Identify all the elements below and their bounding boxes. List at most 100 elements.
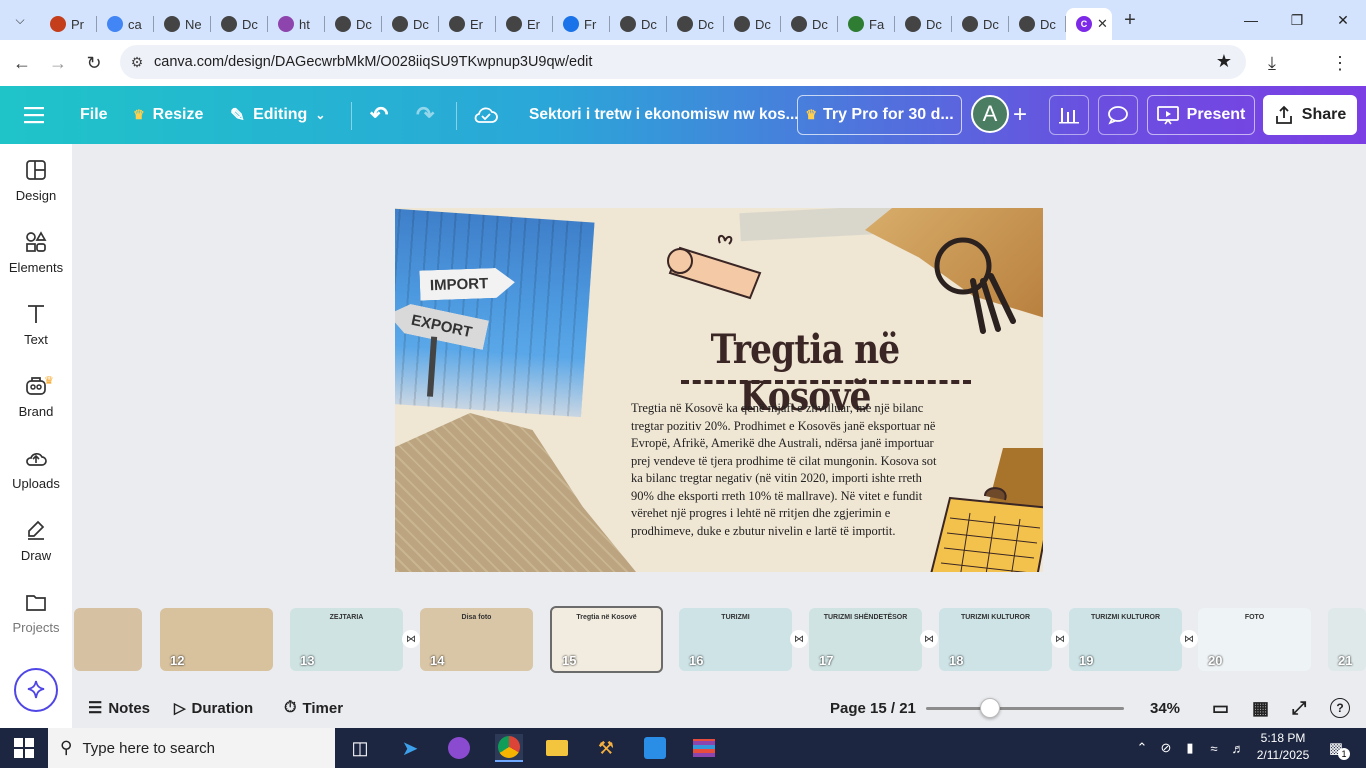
task-view-icon[interactable]: ◫ [346, 734, 374, 762]
sidebar-item-uploads[interactable]: Uploads [0, 432, 72, 504]
browser-tab[interactable]: Dc [724, 8, 781, 40]
page-thumbnail[interactable]: Tregtia në Kosovë 15 [550, 606, 663, 673]
vscode-icon[interactable]: ➤ [396, 734, 424, 762]
sidebar-item-brand[interactable]: Brand ♛ [0, 360, 72, 432]
new-tab-button[interactable]: + [1112, 9, 1148, 32]
notification-center-icon[interactable]: ▩ 1 [1322, 734, 1350, 762]
zoom-slider-handle[interactable] [980, 698, 1000, 718]
browser-tab[interactable]: Dc [952, 8, 1009, 40]
resize-button[interactable]: ♛ Resize [133, 86, 203, 144]
comments-icon[interactable] [1098, 95, 1138, 135]
document-title[interactable]: Sektori i tretw i ekonomisw nw kos... [529, 86, 799, 144]
duration-button[interactable]: ▷ Duration [174, 688, 253, 728]
bookmark-star-icon[interactable]: ★ [1216, 51, 1232, 72]
app-icon[interactable]: ⚒ [592, 734, 620, 762]
reload-icon[interactable]: ↻ [76, 45, 112, 81]
main-menu-icon[interactable] [24, 86, 46, 144]
page-thumbnail[interactable]: Disa foto 14 [420, 608, 533, 671]
grid-view-icon[interactable]: ▦ [1252, 688, 1269, 728]
sidebar-item-projects[interactable]: Projects [0, 576, 72, 648]
magic-assistant-button[interactable] [14, 668, 58, 712]
user-avatar[interactable]: A [971, 95, 1009, 133]
paint-icon[interactable] [641, 734, 669, 762]
browser-tab[interactable]: Dc [1009, 8, 1066, 40]
file-explorer-icon[interactable] [543, 734, 571, 762]
insights-icon[interactable] [1049, 95, 1089, 135]
site-info-icon[interactable]: ⚙ [120, 54, 154, 71]
browser-tab[interactable]: Dc [382, 8, 439, 40]
browser-tab[interactable]: Ne [154, 8, 211, 40]
minimize-icon[interactable]: — [1228, 0, 1274, 40]
browser-tab[interactable]: ca [97, 8, 154, 40]
back-icon[interactable]: ← [4, 45, 40, 81]
page-thumbnail[interactable]: 21 [1328, 608, 1366, 671]
page-thumbnail[interactable]: 12 [160, 608, 273, 671]
zoom-slider-track[interactable] [926, 707, 1124, 710]
page-thumbnail[interactable]: TURIZMI 16 [679, 608, 792, 671]
taskbar-search-box[interactable]: ⚲ Type here to search [48, 728, 335, 768]
tab-search-dropdown-icon[interactable]: ⌵ [0, 0, 40, 40]
transition-icon[interactable]: ⋈ [1051, 630, 1069, 648]
page-thumbnail[interactable]: ZEJTARIA 13 [290, 608, 403, 671]
forward-icon[interactable]: → [40, 45, 76, 81]
browser-tab[interactable]: Er [496, 8, 553, 40]
browser-tab[interactable]: Dc [325, 8, 382, 40]
system-clock[interactable]: 5:18 PM 2/11/2025 [1252, 730, 1314, 764]
windows-start-icon[interactable] [10, 734, 38, 762]
page-thumbnail[interactable]: TURIZMI KULTUROR 18 [939, 608, 1052, 671]
transition-icon[interactable]: ⋈ [920, 630, 938, 648]
tab-active-canva[interactable]: C ✕ [1066, 8, 1112, 40]
filmstrip-thumb-partial[interactable] [74, 608, 142, 671]
volume-icon[interactable]: ♬ [1224, 734, 1252, 762]
close-window-icon[interactable]: ✕ [1320, 0, 1366, 40]
page-thumbnail[interactable]: FOTO 20 [1198, 608, 1311, 671]
browser-tab[interactable]: Dc [211, 8, 268, 40]
chrome-icon[interactable] [495, 734, 523, 762]
file-menu-button[interactable]: File [80, 86, 108, 144]
browser-tab[interactable]: Dc [781, 8, 838, 40]
notes-button[interactable]: ☰ Notes [88, 688, 150, 728]
close-tab-icon[interactable]: ✕ [1097, 16, 1108, 32]
sidebar-item-elements[interactable]: Elements [0, 216, 72, 288]
browser-menu-icon[interactable]: ⋮ [1322, 45, 1358, 81]
undo-icon[interactable]: ↶ [370, 86, 388, 144]
browser-tab[interactable]: Dc [610, 8, 667, 40]
url-text[interactable]: canva.com/design/DAGecwrbMkM/O028iiqSU9T… [154, 54, 592, 70]
download-icon[interactable]: ⤓ [1254, 45, 1290, 81]
help-icon[interactable]: ? [1330, 688, 1350, 728]
transition-icon[interactable]: ⋈ [402, 630, 420, 648]
present-button[interactable]: Present [1147, 95, 1255, 135]
transition-icon[interactable]: ⋈ [790, 630, 808, 648]
url-field[interactable]: ⚙ canva.com/design/DAGecwrbMkM/O028iiqSU… [120, 45, 1246, 79]
page-thumbnail[interactable]: TURIZMI KULTUROR 19 [1069, 608, 1182, 671]
restore-icon[interactable]: ❐ [1274, 0, 1320, 40]
sidebar-item-design[interactable]: Design [0, 144, 72, 216]
page-view-icon[interactable]: ▭ [1212, 688, 1229, 728]
slide-body-text[interactable]: Tregtia në Kosovë ka qenë mjaft e zhvill… [631, 400, 941, 540]
try-pro-button[interactable]: ♛ Try Pro for 30 d... [797, 95, 962, 135]
redo-icon[interactable]: ↷ [416, 86, 434, 144]
transition-icon[interactable]: ⋈ [1180, 630, 1198, 648]
winrar-icon[interactable] [690, 734, 718, 762]
editing-mode-button[interactable]: ✎ Editing ⌄ [230, 86, 325, 144]
browser-tab[interactable]: Er [439, 8, 496, 40]
browser-tab[interactable]: Dc [895, 8, 952, 40]
timer-button[interactable]: ⏱ Timer [284, 688, 343, 728]
page-indicator[interactable]: Page 15 / 21 [830, 688, 916, 728]
browser-tab[interactable]: Fr [553, 8, 610, 40]
browser-tab[interactable]: Pr [40, 8, 97, 40]
browser-tab[interactable]: ht [268, 8, 325, 40]
github-desktop-icon[interactable] [445, 734, 473, 762]
browser-tab[interactable]: Fa [838, 8, 895, 40]
slide-canvas[interactable]: IMPORT EXPORT Tregtia në Kosovë Tregtia … [395, 208, 1043, 572]
sidebar-item-draw[interactable]: Draw [0, 504, 72, 576]
share-button[interactable]: Share [1263, 95, 1357, 135]
zoom-level[interactable]: 34% [1150, 688, 1180, 728]
canva-header: File ♛ Resize ✎ Editing ⌄ ↶ ↷ Sektori i … [0, 86, 1366, 144]
try-pro-label: Try Pro for 30 d... [822, 106, 954, 123]
fullscreen-icon[interactable]: ⤢ [1292, 688, 1306, 728]
page-thumbnail[interactable]: TURIZMI SHËNDETËSOR 17 [809, 608, 922, 671]
cloud-saved-icon[interactable] [474, 86, 498, 144]
sidebar-item-text[interactable]: Text [0, 288, 72, 360]
browser-tab[interactable]: Dc [667, 8, 724, 40]
